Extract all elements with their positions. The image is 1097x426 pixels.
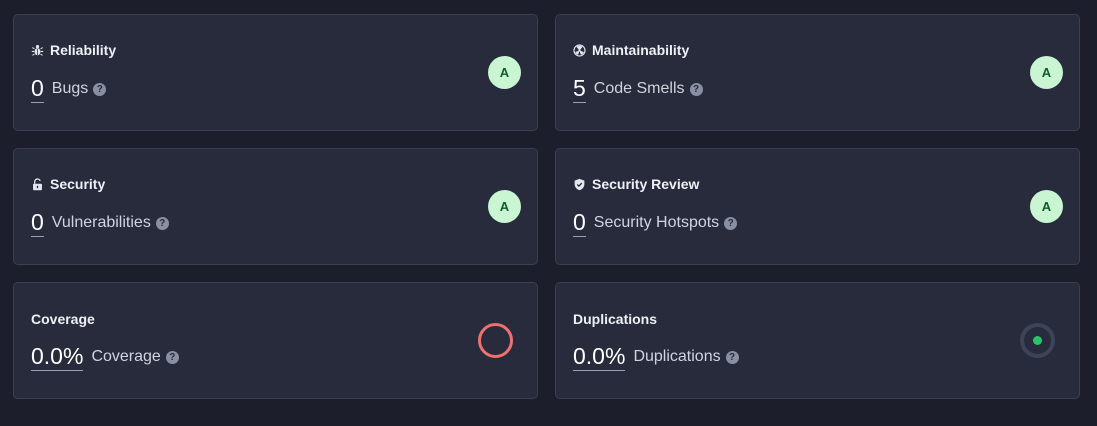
coverage-title-label: Coverage [31,311,95,327]
security-hotspots-help-icon[interactable]: ? [724,216,738,230]
bugs-help-icon[interactable]: ? [93,82,107,96]
code-smells-count-link[interactable]: 5 [573,75,586,103]
duplication-ring-icon [1020,323,1055,358]
reliability-title: Reliability [31,42,116,58]
duplications-label: Duplications [633,348,721,365]
reliability-grade-badge[interactable]: A [488,56,521,89]
reliability-metric: 0 Bugs ? [31,75,107,103]
maintainability-title-label: Maintainability [592,42,690,58]
maintainability-metric: 5 Code Smells ? [573,75,703,103]
security-metric: 0 Vulnerabilities ? [31,209,169,237]
duplication-dot-icon [1033,336,1042,345]
coverage-ring-icon [478,323,513,358]
coverage-card: Coverage 0.0% Coverage ? [13,282,538,399]
security-card: Security 0 Vulnerabilities ? A [13,148,538,265]
security-title-label: Security [50,176,106,192]
coverage-label: Coverage [91,348,161,365]
code-smells-label: Code Smells [593,80,685,97]
duplications-value-link[interactable]: 0.0% [573,343,626,371]
vulnerabilities-help-icon[interactable]: ? [155,216,169,230]
bugs-count-link[interactable]: 0 [31,75,44,103]
security-review-card: Security Review 0 Security Hotspots ? A [555,148,1080,265]
bugs-label: Bugs [51,80,89,97]
coverage-metric: 0.0% Coverage ? [31,343,179,371]
measures-grid: Reliability 0 Bugs ? A Maintainability 5… [0,0,1097,426]
security-review-title: Security Review [573,176,699,192]
coverage-value-link[interactable]: 0.0% [31,343,84,371]
duplications-metric: 0.0% Duplications ? [573,343,739,371]
maintainability-grade-badge[interactable]: A [1030,56,1063,89]
reliability-title-label: Reliability [50,42,117,58]
coverage-title: Coverage [31,311,95,327]
duplications-title: Duplications [573,311,657,327]
code-smells-help-icon[interactable]: ? [689,82,703,96]
vulnerabilities-count-link[interactable]: 0 [31,209,44,237]
radiation-icon [573,43,586,57]
unlock-icon [31,177,44,191]
security-review-title-label: Security Review [592,176,700,192]
security-grade-badge[interactable]: A [488,190,521,223]
bug-icon [31,44,44,57]
vulnerabilities-label: Vulnerabilities [51,214,151,231]
reliability-card: Reliability 0 Bugs ? A [13,14,538,131]
duplications-help-icon[interactable]: ? [725,350,739,364]
coverage-help-icon[interactable]: ? [165,350,179,364]
security-review-metric: 0 Security Hotspots ? [573,209,738,237]
maintainability-card: Maintainability 5 Code Smells ? A [555,14,1080,131]
security-hotspots-count-link[interactable]: 0 [573,209,586,237]
security-review-grade-badge[interactable]: A [1030,190,1063,223]
maintainability-title: Maintainability [573,42,689,58]
security-hotspots-label: Security Hotspots [593,214,720,231]
security-title: Security [31,176,105,192]
duplications-title-label: Duplications [573,311,658,327]
duplications-card: Duplications 0.0% Duplications ? [555,282,1080,399]
shield-icon [573,178,586,191]
